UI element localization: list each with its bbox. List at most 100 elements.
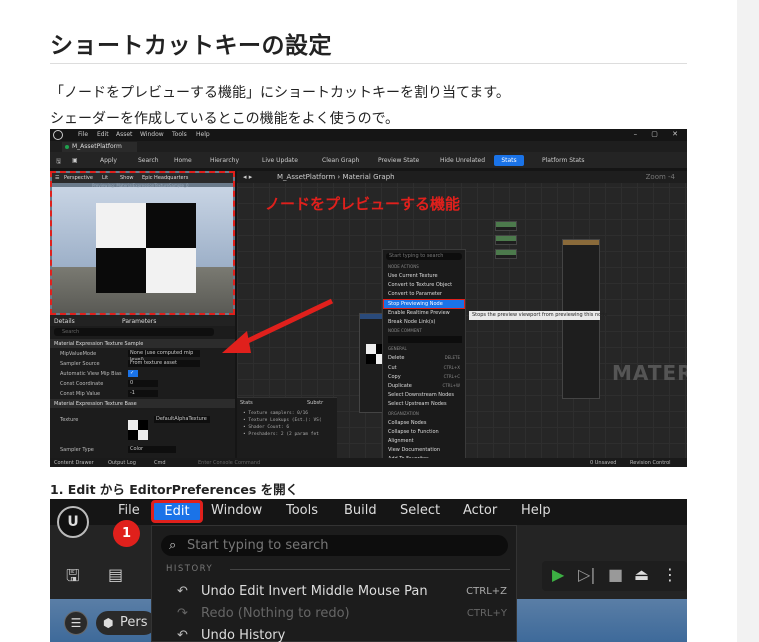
context-menu-item[interactable]: Copy CTRL+C: [388, 373, 464, 381]
context-menu-item[interactable]: Alignment: [388, 437, 464, 445]
context-menu-item[interactable]: Convert to Texture Object: [388, 281, 464, 289]
context-menu-item[interactable]: Duplicate CTRL+W: [388, 382, 464, 390]
hierarchy-button[interactable]: Hierarchy: [210, 157, 239, 164]
preview-checker-cube: [96, 203, 196, 293]
menu-window[interactable]: Window: [211, 503, 262, 518]
viewport-menu-icon[interactable]: ☰: [55, 175, 59, 181]
details-row: Sampler Source From texture asset: [50, 359, 235, 368]
context-menu-item[interactable]: Break Node Link(s): [388, 318, 464, 326]
unsaved-indicator[interactable]: 0 Unsaved: [590, 460, 616, 466]
menu-tools[interactable]: Tools: [286, 503, 318, 518]
menu-tools[interactable]: Tools: [172, 131, 187, 138]
viewport-perspective[interactable]: ⬢ Pers: [96, 611, 156, 635]
save-icon[interactable]: 🖫: [56, 157, 61, 167]
context-menu-item[interactable]: Select Downstream Nodes: [388, 391, 464, 399]
apply-button[interactable]: Apply: [100, 157, 117, 164]
menu-file[interactable]: File: [78, 131, 88, 138]
menu-actor[interactable]: Actor: [463, 503, 497, 518]
annotation-arrow-icon: [222, 298, 334, 353]
content-drawer-button[interactable]: Content Drawer: [54, 460, 94, 466]
eject-icon[interactable]: ⏏: [634, 565, 649, 584]
revision-control-button[interactable]: Revision Control: [630, 460, 671, 466]
details-row-value[interactable]: -1: [128, 390, 158, 397]
graph-node[interactable]: [495, 249, 517, 259]
menu-edit[interactable]: Edit: [151, 500, 203, 523]
clean-graph-button[interactable]: Clean Graph: [322, 157, 359, 164]
graph-breadcrumb[interactable]: M_AssetPlatform › Material Graph: [277, 173, 395, 181]
home-button[interactable]: Home: [174, 157, 192, 164]
context-menu-item[interactable]: View Documentation: [388, 446, 464, 454]
menu-help[interactable]: Help: [521, 503, 551, 518]
preview-state-button[interactable]: Preview State: [378, 157, 419, 164]
details-tab[interactable]: Details: [54, 318, 75, 325]
parameters-tab[interactable]: Parameters: [122, 318, 156, 325]
menu-help[interactable]: Help: [196, 131, 210, 138]
search-button[interactable]: Search: [138, 157, 159, 164]
context-menu-item[interactable]: Convert to Parameter: [388, 290, 464, 298]
material-editor-screenshot: File Edit Asset Window Tools Help – ▢ ✕ …: [50, 129, 687, 467]
unreal-logo-icon[interactable]: U: [57, 506, 89, 538]
menu-select[interactable]: Select: [400, 503, 440, 518]
play-icon[interactable]: ▶: [552, 565, 564, 584]
details-row-value[interactable]: None (use computed mip level): [128, 350, 200, 363]
context-search-input[interactable]: Start typing to search: [386, 253, 462, 260]
details-row-value[interactable]: 0: [128, 380, 158, 387]
section-heading: ショートカットキーの設定: [50, 33, 332, 59]
graph-node[interactable]: [495, 235, 517, 245]
stats-line: • Texture samplers: 0/16: [243, 411, 309, 416]
graph-node[interactable]: [495, 221, 517, 231]
details-row-value[interactable]: DefaultAlphaTexture: [154, 416, 210, 423]
window-controls[interactable]: – ▢ ✕: [634, 130, 684, 138]
hide-unrelated-button[interactable]: Hide Unrelated: [440, 157, 485, 164]
cmd-button[interactable]: Cmd: [154, 460, 166, 466]
preview-viewport[interactable]: ☰ Perspective Lit Show Epic Headquarters…: [50, 171, 235, 315]
context-menu-item[interactable]: Cut CTRL+X: [388, 364, 464, 372]
console-input[interactable]: Enter Console Command: [198, 460, 260, 466]
menu-item-redo[interactable]: ↷ Redo (Nothing to redo) CTRL+Y: [177, 605, 507, 623]
stats-title[interactable]: Stats: [240, 400, 253, 406]
context-menu-item[interactable]: [388, 336, 462, 344]
cube-icon: ⬢: [103, 616, 114, 630]
context-menu-item[interactable]: Stop Previewing Node: [383, 298, 465, 309]
menu-file[interactable]: File: [118, 503, 140, 518]
menu-search-input[interactable]: ⌕ Start typing to search: [161, 535, 508, 556]
menu-window[interactable]: Window: [140, 131, 164, 138]
context-menu-item[interactable]: Use Current Texture: [388, 272, 464, 280]
menu-item-undo[interactable]: ↶ Undo Edit Invert Middle Mouse Pan CTRL…: [177, 583, 507, 601]
save-icon[interactable]: 🖫: [66, 565, 80, 592]
viewport-menu-icon[interactable]: ☰: [64, 611, 88, 635]
history-icon: ↶: [177, 628, 188, 642]
context-menu-item[interactable]: Delete DELETE: [388, 354, 464, 362]
viewport-lit[interactable]: Lit: [102, 175, 108, 181]
context-menu-item[interactable]: Collapse to Function: [388, 428, 464, 436]
menu-build[interactable]: Build: [344, 503, 377, 518]
output-log-button[interactable]: Output Log: [108, 460, 136, 466]
live-update-button[interactable]: Live Update: [262, 157, 298, 164]
stop-icon[interactable]: ■: [608, 565, 623, 584]
platform-stats-button[interactable]: Platform Stats: [542, 157, 585, 164]
advance-frame-icon[interactable]: ▷|: [578, 565, 596, 584]
details-row-value[interactable]: Color: [128, 446, 176, 453]
details-row-value[interactable]: From texture asset: [128, 360, 200, 367]
details-search-input[interactable]: Search: [54, 328, 214, 336]
viewport-perspective[interactable]: Perspective: [64, 175, 93, 181]
browse-icon[interactable]: ▤: [108, 565, 123, 584]
stats-button[interactable]: Stats: [494, 155, 524, 166]
menu-asset[interactable]: Asset: [116, 131, 132, 138]
nav-arrows-icon[interactable]: ◂ ▸: [243, 173, 252, 181]
browse-icon[interactable]: ▣: [72, 157, 78, 164]
details-row-value[interactable]: ✓: [128, 370, 138, 377]
editor-statusbar: Content Drawer Output Log Cmd Enter Cons…: [50, 458, 687, 467]
details-row: Material Expression Texture Sample: [50, 339, 235, 348]
viewport-environment[interactable]: Epic Headquarters: [142, 175, 188, 181]
texture-thumbnail[interactable]: [128, 420, 148, 440]
context-menu-item[interactable]: Collapse Nodes: [388, 419, 464, 427]
substrate-tab[interactable]: Substr: [307, 400, 323, 406]
menu-edit[interactable]: Edit: [97, 131, 109, 138]
viewport-show[interactable]: Show: [120, 175, 134, 181]
context-menu-item[interactable]: Enable Realtime Preview: [388, 309, 464, 317]
asset-tab[interactable]: M_AssetPlatform: [62, 142, 137, 152]
menu-item-undo-history[interactable]: ↶ Undo History: [177, 627, 507, 642]
context-menu-item[interactable]: Select Upstream Nodes: [388, 400, 464, 408]
more-options-icon[interactable]: ⋮: [662, 565, 678, 584]
